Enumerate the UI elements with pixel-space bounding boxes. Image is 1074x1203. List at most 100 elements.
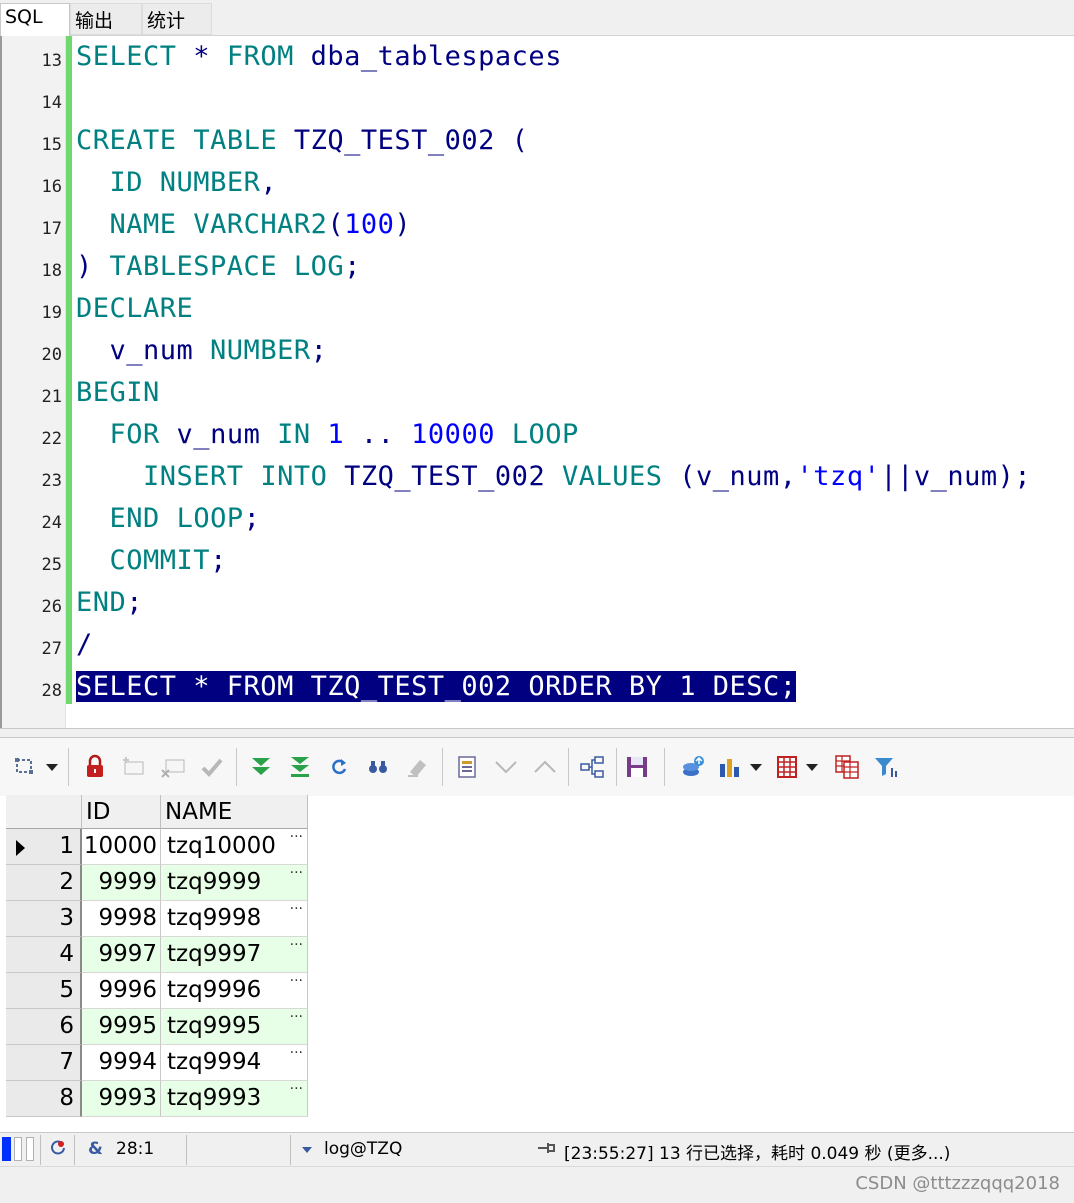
cell-name[interactable]: tzq9994 ··· — [161, 1045, 308, 1081]
table-row[interactable]: 7 9994 tzq9994 ··· — [6, 1045, 308, 1081]
cell-id[interactable]: 9997 — [82, 937, 161, 973]
code-keyword: IN — [277, 419, 311, 450]
copy-grid-icon[interactable] — [832, 752, 862, 782]
column-header-name[interactable]: NAME — [161, 795, 308, 829]
toolbar-separator — [68, 748, 69, 786]
row-number[interactable]: 7 — [6, 1045, 82, 1081]
code-line[interactable]: v_num NUMBER; — [76, 334, 327, 368]
sql-editor[interactable]: 13 14 15 16 17 18 19 20 21 22 23 24 25 26 27 28 SELECT … — [0, 36, 1074, 730]
table-row[interactable]: 3 9998 tzq9998 ··· — [6, 901, 308, 937]
table-row[interactable]: 1 10000 tzq10000 ··· — [6, 829, 308, 865]
chevron-down-icon[interactable] — [302, 1147, 312, 1153]
filter-icon[interactable] — [870, 752, 900, 782]
splitter[interactable] — [0, 728, 1074, 738]
code-text: * — [176, 41, 227, 72]
cell-id[interactable]: 9993 — [82, 1081, 161, 1117]
find-icon[interactable] — [363, 752, 393, 782]
cell-id[interactable]: 10000 — [82, 829, 161, 865]
cell-edit-ellipsis-icon[interactable]: ··· — [290, 829, 303, 845]
row-number[interactable]: 3 — [6, 901, 82, 937]
status-separator — [40, 1135, 41, 1165]
code-text: / — [76, 629, 93, 660]
row-number[interactable]: 2 — [6, 865, 82, 901]
row-number[interactable]: 6 — [6, 1009, 82, 1045]
cell-edit-ellipsis-icon[interactable]: ··· — [290, 901, 303, 917]
code-keyword: FOR — [109, 419, 160, 450]
code-line[interactable]: CREATE TABLE TZQ_TEST_002 ( — [76, 124, 528, 158]
code-line[interactable]: SELECT * FROM TZQ_TEST_002 ORDER BY 1 DE… — [76, 670, 797, 704]
previous-record-icon[interactable] — [530, 752, 560, 782]
connection-label[interactable]: log@TZQ — [324, 1139, 402, 1159]
cell-id[interactable]: 9998 — [82, 901, 161, 937]
code-line[interactable]: ) TABLESPACE LOG; — [76, 250, 361, 284]
row-number[interactable]: 8 — [6, 1081, 82, 1117]
chart-icon[interactable] — [714, 752, 744, 782]
cell-edit-ellipsis-icon[interactable]: ··· — [290, 1081, 303, 1097]
cell-edit-ellipsis-icon[interactable]: ··· — [290, 1009, 303, 1025]
code-line[interactable]: / — [76, 628, 93, 662]
code-text: v_num — [159, 419, 278, 450]
cell-name[interactable]: tzq9999 ··· — [161, 865, 308, 901]
table-row[interactable]: 5 9996 tzq9996 ··· — [6, 973, 308, 1009]
tab-statistics[interactable]: 统计 — [142, 3, 212, 35]
clear-icon[interactable] — [402, 752, 432, 782]
cell-id[interactable]: 9999 — [82, 865, 161, 901]
post-changes-icon[interactable] — [197, 752, 227, 782]
cell-edit-ellipsis-icon[interactable]: ··· — [290, 865, 303, 881]
cell-name[interactable]: tzq9993 ··· — [161, 1081, 308, 1117]
refresh-icon[interactable] — [324, 752, 354, 782]
cell-name[interactable]: tzq9996 ··· — [161, 973, 308, 1009]
code-line[interactable]: DECLARE — [76, 292, 193, 326]
last-page-icon[interactable] — [285, 752, 315, 782]
insert-record-icon[interactable] — [119, 752, 149, 782]
grid-options-icon[interactable] — [772, 752, 802, 782]
chevron-down-icon[interactable] — [46, 764, 58, 771]
code-line[interactable]: END; — [76, 586, 143, 620]
delete-record-icon[interactable] — [158, 752, 188, 782]
pin-icon[interactable] — [536, 1140, 558, 1161]
chevron-down-icon[interactable] — [806, 764, 818, 771]
query-builder-icon[interactable] — [10, 752, 40, 782]
chevron-down-icon[interactable] — [750, 764, 762, 771]
table-row[interactable]: 8 9993 tzq9993 ··· — [6, 1081, 308, 1117]
code-line[interactable]: ID NUMBER, — [76, 166, 277, 200]
column-header-id[interactable]: ID — [82, 795, 161, 829]
code-keyword: INTO — [260, 461, 328, 492]
break-icon[interactable] — [48, 1138, 68, 1163]
result-grid[interactable]: ID NAME 1 10000 tzq10000 ··· 2 9999 tzq9999 ···… — [6, 795, 308, 1125]
lock-icon[interactable] — [80, 752, 110, 782]
next-record-icon[interactable] — [491, 752, 521, 782]
cell-edit-ellipsis-icon[interactable]: ··· — [290, 973, 303, 989]
cell-name[interactable]: tzq9995 ··· — [161, 1009, 308, 1045]
tab-output[interactable]: 输出 — [70, 3, 142, 35]
cell-id[interactable]: 9995 — [82, 1009, 161, 1045]
row-number[interactable]: 4 — [6, 937, 82, 973]
code-line[interactable]: SELECT * FROM dba_tablespaces — [76, 40, 562, 74]
cell-edit-ellipsis-icon[interactable]: ··· — [290, 1045, 303, 1061]
cell-id[interactable]: 9996 — [82, 973, 161, 1009]
tab-sql[interactable]: SQL — [0, 3, 70, 37]
cell-name[interactable]: tzq9998 ··· — [161, 901, 308, 937]
table-row[interactable]: 4 9997 tzq9997 ··· — [6, 937, 308, 973]
next-page-icon[interactable] — [246, 752, 276, 782]
row-number[interactable]: 5 — [6, 973, 82, 1009]
cell-edit-ellipsis-icon[interactable]: ··· — [290, 937, 303, 953]
code-line[interactable]: INSERT INTO TZQ_TEST_002 VALUES (v_num,'… — [76, 460, 1031, 494]
code-line[interactable]: COMMIT; — [76, 544, 227, 578]
save-icon[interactable] — [622, 752, 652, 782]
row-number[interactable]: 1 — [6, 829, 82, 865]
code-line[interactable]: NAME VARCHAR2(100) — [76, 208, 411, 242]
code-line[interactable]: END LOOP; — [76, 502, 260, 536]
cell-name[interactable]: tzq9997 ··· — [161, 937, 308, 973]
single-record-view-icon[interactable] — [452, 752, 482, 782]
tree-icon[interactable] — [577, 752, 607, 782]
table-row[interactable]: 6 9995 tzq9995 ··· — [6, 1009, 308, 1045]
table-row[interactable]: 2 9999 tzq9999 ··· — [6, 865, 308, 901]
code-line[interactable]: FOR v_num IN 1 .. 10000 LOOP — [76, 418, 579, 452]
cell-name[interactable]: tzq10000 ··· — [161, 829, 308, 865]
cell-id[interactable]: 9994 — [82, 1045, 161, 1081]
code-text: .. — [344, 419, 412, 450]
export-icon[interactable] — [678, 752, 708, 782]
code-line[interactable]: BEGIN — [76, 376, 160, 410]
